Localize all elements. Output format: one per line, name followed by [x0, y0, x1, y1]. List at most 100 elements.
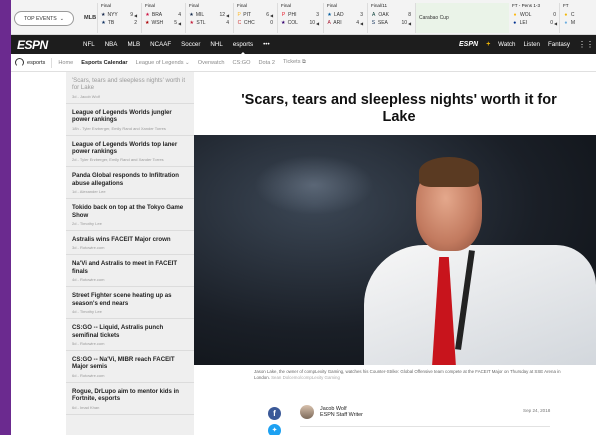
team-logo-icon: ● [564, 20, 568, 26]
espn-plus-suffix: + [486, 41, 491, 48]
team-abbr: ARI [333, 20, 342, 26]
top-events-dropdown[interactable]: TOP EVENTS ⌄ [14, 11, 74, 26]
article-photo[interactable] [194, 135, 596, 365]
game-score[interactable]: FT - Pens 1-3 ● WOL 0 ● LEI 0 ◀ [509, 3, 557, 33]
team-logo-icon: ★ [281, 20, 286, 26]
team-score: 0 [550, 20, 553, 26]
game-status: Final [145, 3, 155, 8]
browser-page: TOP EVENTS ⌄ MLB Final ★ NYY 9 ◀ ★ TB 2 Final… [11, 0, 596, 435]
game-score[interactable]: Final ★ BRA 4 ★ WSH 5 ◀ [141, 3, 181, 33]
team-score: 4 [356, 20, 359, 26]
team-score: 4 [226, 20, 229, 26]
photo-credit: Sean Dolcemo/compLexity Gaming [271, 375, 340, 380]
game-score[interactable]: FT ● C ● M [559, 3, 596, 33]
section-subnav: esports Home Esports Calendar League of … [11, 54, 596, 72]
author-avatar[interactable] [300, 405, 314, 419]
game-score[interactable]: Final P PHI 3 ★ COL 10 ◀ [277, 3, 319, 33]
nav-item-soccer[interactable]: Soccer [176, 41, 205, 48]
nav-item-nfl[interactable]: NFL [78, 41, 100, 48]
headline-item[interactable]: Rogue, DrLupo aim to mentor kids in Fort… [66, 383, 194, 415]
headline-item[interactable]: CS:GO -- Na'Vi, MIBR reach FACEIT Major … [66, 351, 194, 383]
facebook-share-icon[interactable]: f [268, 407, 281, 420]
team-score: 12 [219, 12, 225, 18]
headline-meta: 4d - Timothy Lee [72, 309, 102, 315]
author-byline: Jacob Wolf ESPN Staff Writer [300, 405, 363, 419]
headline-item[interactable]: Tokido back on top at the Tokyo Game Sho… [66, 199, 194, 232]
game-score[interactable]: Final/11 A OAK 8 S SEA 10 ◀ [367, 3, 411, 33]
publish-date: Sep 24, 2018 [523, 408, 551, 413]
subnav-esports-calendar[interactable]: Esports Calendar [81, 60, 127, 66]
subnav-tickets[interactable]: Tickets ⧉ [283, 59, 306, 66]
headline-title: CS:GO -- Na'Vi, MIBR reach FACEIT Major … [72, 355, 175, 371]
team-score: 10 [401, 20, 407, 26]
twitter-share-icon[interactable]: ✦ [268, 424, 281, 435]
headline-meta: 1d - Alexander Lee [72, 189, 106, 195]
headline-item[interactable]: Na'Vi and Astralis to meet in FACEIT fin… [66, 255, 194, 288]
game-score[interactable]: Final P PIT 6 ◀ C CHC 0 [233, 3, 273, 33]
subnav-overwatch[interactable]: Overwatch [198, 60, 225, 66]
nav-more-button[interactable]: ••• [258, 41, 275, 48]
headline-item[interactable]: CS:GO -- Liquid, Astralis punch semifina… [66, 319, 194, 351]
team-logo-icon: ★ [101, 20, 106, 26]
winner-arrow-icon: ◀ [178, 20, 182, 26]
subnav-dota2[interactable]: Dota 2 [259, 60, 275, 66]
headline-item[interactable]: Panda Global responds to Infiltration ab… [66, 167, 194, 200]
game-score[interactable]: Final ★ LAD 3 A ARI 4 ◀ [323, 3, 363, 33]
subnav-league-of-legends[interactable]: League of Legends ⌄ [136, 60, 190, 66]
team-logo-icon: S [371, 20, 376, 26]
watch-link[interactable]: Watch [498, 41, 515, 48]
headline-item[interactable]: Street Fighter scene heating up as seaso… [66, 287, 194, 320]
headline-meta: 3d - Jacob Wolf [72, 93, 100, 99]
nav-item-nba[interactable]: NBA [100, 41, 123, 48]
game-score[interactable]: Final ★ MIL 12 ◀ ★ STL 4 [185, 3, 229, 33]
team-abbr: OAK [378, 12, 389, 18]
headline-item[interactable]: Astralis wins FACEIT Major crown 3d - Ro… [66, 231, 194, 256]
listen-link[interactable]: Listen [523, 41, 540, 48]
espn-logo[interactable]: ESPN [17, 38, 48, 52]
team-logo-icon: ● [513, 12, 517, 18]
game-status: FT [563, 3, 569, 8]
espn-plus-link[interactable]: ESPN + [459, 41, 490, 48]
team-logo-icon: C [237, 20, 242, 26]
winner-arrow-icon: ◀ [360, 20, 364, 26]
team-score: 3 [360, 12, 363, 18]
team-logo-icon: ● [564, 12, 568, 18]
scoreboard-bar: TOP EVENTS ⌄ MLB Final ★ NYY 9 ◀ ★ TB 2 Final… [11, 0, 596, 35]
headline-item[interactable]: League of Legends Worlds jungler power r… [66, 104, 194, 136]
nav-item-ncaaf[interactable]: NCAAF [145, 41, 176, 48]
stage-light [254, 155, 374, 215]
team-abbr: C [570, 12, 575, 18]
game-status: Final [327, 3, 337, 8]
section-label[interactable]: esports [27, 60, 45, 66]
headline-title: Rogue, DrLupo aim to mentor kids in Fort… [72, 387, 179, 403]
nav-item-nhl[interactable]: NHL [205, 41, 227, 48]
headline-title: Na'Vi and Astralis to meet in FACEIT fin… [72, 260, 178, 275]
competition-label: Carabao Cup [419, 15, 449, 21]
headline-title: Street Fighter scene heating up as seaso… [72, 292, 172, 307]
subnav-csgo[interactable]: CS:GO [232, 60, 250, 66]
headline-meta: 6d - Imad Khan [72, 404, 100, 410]
game-score[interactable]: Final ★ NYY 9 ◀ ★ TB 2 [97, 3, 137, 33]
photo-caption: Jason Lake, the owner of compLexity Gami… [254, 369, 564, 381]
winner-arrow-icon: ◀ [408, 20, 412, 26]
team-logo-icon: A [372, 12, 376, 18]
headlines-sidebar: 'Scars, tears and sleepless nights' wort… [66, 72, 194, 435]
headline-item[interactable]: League of Legends Worlds top laner power… [66, 136, 194, 168]
apps-grid-icon[interactable]: ⋮⋮ [578, 40, 594, 49]
nav-item-esports[interactable]: esports [228, 41, 258, 55]
game-status: Final [189, 3, 199, 8]
team-abbr: STL [196, 20, 206, 26]
headline-item[interactable]: 'Scars, tears and sleepless nights' wort… [66, 72, 194, 104]
team-logo-icon: A [327, 20, 331, 26]
team-logo-icon: P [281, 12, 286, 18]
fantasy-link[interactable]: Fantasy [548, 41, 570, 48]
team-logo-icon: ★ [189, 20, 194, 26]
team-score: 8 [408, 12, 411, 18]
carabao-cup-label-cell[interactable]: Carabao Cup [415, 3, 509, 33]
photo-shirt [364, 245, 596, 365]
nav-item-mlb[interactable]: MLB [122, 41, 145, 48]
team-abbr: MIL [195, 12, 205, 18]
subnav-home[interactable]: Home [58, 60, 73, 66]
team-abbr: LEI [519, 20, 528, 26]
headline-title: League of Legends Worlds top laner power… [72, 140, 178, 156]
